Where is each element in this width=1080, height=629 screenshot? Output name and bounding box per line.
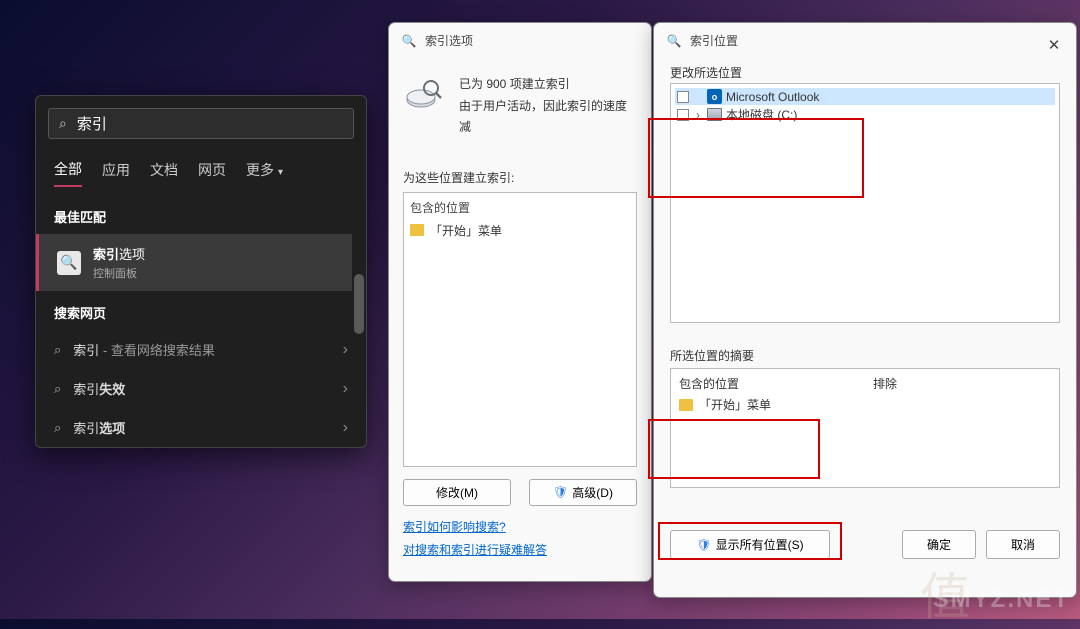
index-count-text: 已为 900 项建立索引 <box>459 74 637 96</box>
show-all-locations-button[interactable]: 🛡 显示所有位置(S) <box>670 530 830 559</box>
folder-icon <box>410 224 424 236</box>
chevron-down-icon: ▾ <box>278 167 283 178</box>
column-header-exclude: 排除 <box>873 375 1051 392</box>
checkbox[interactable] <box>677 91 689 103</box>
web-result-2[interactable]: ⌕索引失效 › <box>36 369 366 408</box>
best-match-subtitle: 控制面板 <box>93 265 145 281</box>
web-result-3[interactable]: ⌕索引选项 › <box>36 408 366 447</box>
best-match-title: 索引选项 <box>93 244 145 263</box>
dialog-titlebar[interactable]: 🔍 索引位置 <box>654 23 1076 58</box>
checkbox[interactable] <box>677 109 689 121</box>
index-locations-list[interactable]: 包含的位置 「开始」菜单 <box>403 192 637 467</box>
location-tree[interactable]: o Microsoft Outlook › 本地磁盘 (C:) <box>670 83 1060 323</box>
watermark-text: SMYZ.NET <box>933 586 1070 614</box>
best-match-result[interactable]: 🔍 索引选项 控制面板 <box>36 234 352 291</box>
list-item[interactable]: 「开始」菜单 <box>679 396 857 413</box>
tab-all[interactable]: 全部 <box>54 159 82 187</box>
chevron-right-icon: › <box>343 380 348 398</box>
search-icon: ⌕ <box>54 342 61 358</box>
tab-documents[interactable]: 文档 <box>150 160 178 186</box>
list-item[interactable]: 「开始」菜单 <box>410 220 630 241</box>
modify-button[interactable]: 修改(M) <box>403 479 511 506</box>
shield-icon: 🛡 <box>553 485 568 499</box>
search-input-container[interactable]: ⌕ <box>48 108 354 139</box>
outlook-icon: o <box>707 89 722 104</box>
search-icon: ⌕ <box>54 420 61 436</box>
dialog-title: 索引选项 <box>425 32 473 49</box>
tree-item-outlook[interactable]: o Microsoft Outlook <box>675 88 1055 105</box>
chevron-right-icon: › <box>343 341 348 359</box>
index-speed-text: 由于用户活动，因此索引的速度减 <box>459 96 637 139</box>
index-options-title-icon: 🔍 <box>401 33 417 49</box>
search-icon: ⌕ <box>54 381 61 397</box>
drive-search-icon <box>403 74 443 114</box>
column-header-included: 包含的位置 <box>679 375 857 392</box>
search-tabs: 全部 应用 文档 网页 更多▾ <box>36 143 366 195</box>
summary-label: 所选位置的摘要 <box>670 347 1060 364</box>
tab-web[interactable]: 网页 <box>198 160 226 186</box>
index-options-dialog: 🔍 索引选项 已为 900 项建立索引 由于用户活动，因此索引的速度减 为这些位… <box>388 22 652 582</box>
search-input[interactable] <box>77 115 343 132</box>
dialog-title: 索引位置 <box>690 32 738 49</box>
summary-list: 包含的位置 「开始」菜单 排除 <box>670 368 1060 488</box>
tree-item-disk-c[interactable]: › 本地磁盘 (C:) <box>675 105 1055 124</box>
folder-icon <box>679 399 693 411</box>
disk-icon <box>707 108 722 121</box>
tab-apps[interactable]: 应用 <box>102 160 130 186</box>
index-locations-label: 为这些位置建立索引: <box>403 169 637 186</box>
web-search-header: 搜索网页 <box>36 291 366 330</box>
cancel-button[interactable]: 取消 <box>986 530 1060 559</box>
change-locations-label: 更改所选位置 <box>670 64 1060 81</box>
help-link-troubleshoot[interactable]: 对搜索和索引进行疑难解答 <box>403 541 637 558</box>
windows-search-panel: ⌕ 全部 应用 文档 网页 更多▾ 最佳匹配 🔍 索引选项 控制面板 搜索网页 … <box>35 95 367 448</box>
tab-more[interactable]: 更多▾ <box>246 160 283 186</box>
best-match-header: 最佳匹配 <box>36 195 366 234</box>
scrollbar-thumb[interactable] <box>354 274 364 334</box>
expand-icon[interactable]: › <box>693 108 703 122</box>
dialog-titlebar[interactable]: 🔍 索引选项 <box>389 23 651 58</box>
chevron-right-icon: › <box>343 419 348 437</box>
shield-icon: 🛡 <box>696 538 711 552</box>
web-result-1[interactable]: ⌕索引 - 查看网络搜索结果 › <box>36 330 366 369</box>
ok-button[interactable]: 确定 <box>902 530 976 559</box>
search-icon: ⌕ <box>59 115 67 132</box>
index-options-icon: 🔍 <box>57 251 81 275</box>
advanced-button[interactable]: 🛡 高级(D) <box>529 479 637 506</box>
column-header-included: 包含的位置 <box>410 199 630 216</box>
index-location-title-icon: 🔍 <box>666 33 682 49</box>
close-button[interactable]: ✕ <box>1042 33 1066 57</box>
help-link-search[interactable]: 索引如何影响搜索? <box>403 518 637 535</box>
index-location-dialog: 🔍 索引位置 ✕ 更改所选位置 o Microsoft Outlook › 本地… <box>653 22 1077 598</box>
